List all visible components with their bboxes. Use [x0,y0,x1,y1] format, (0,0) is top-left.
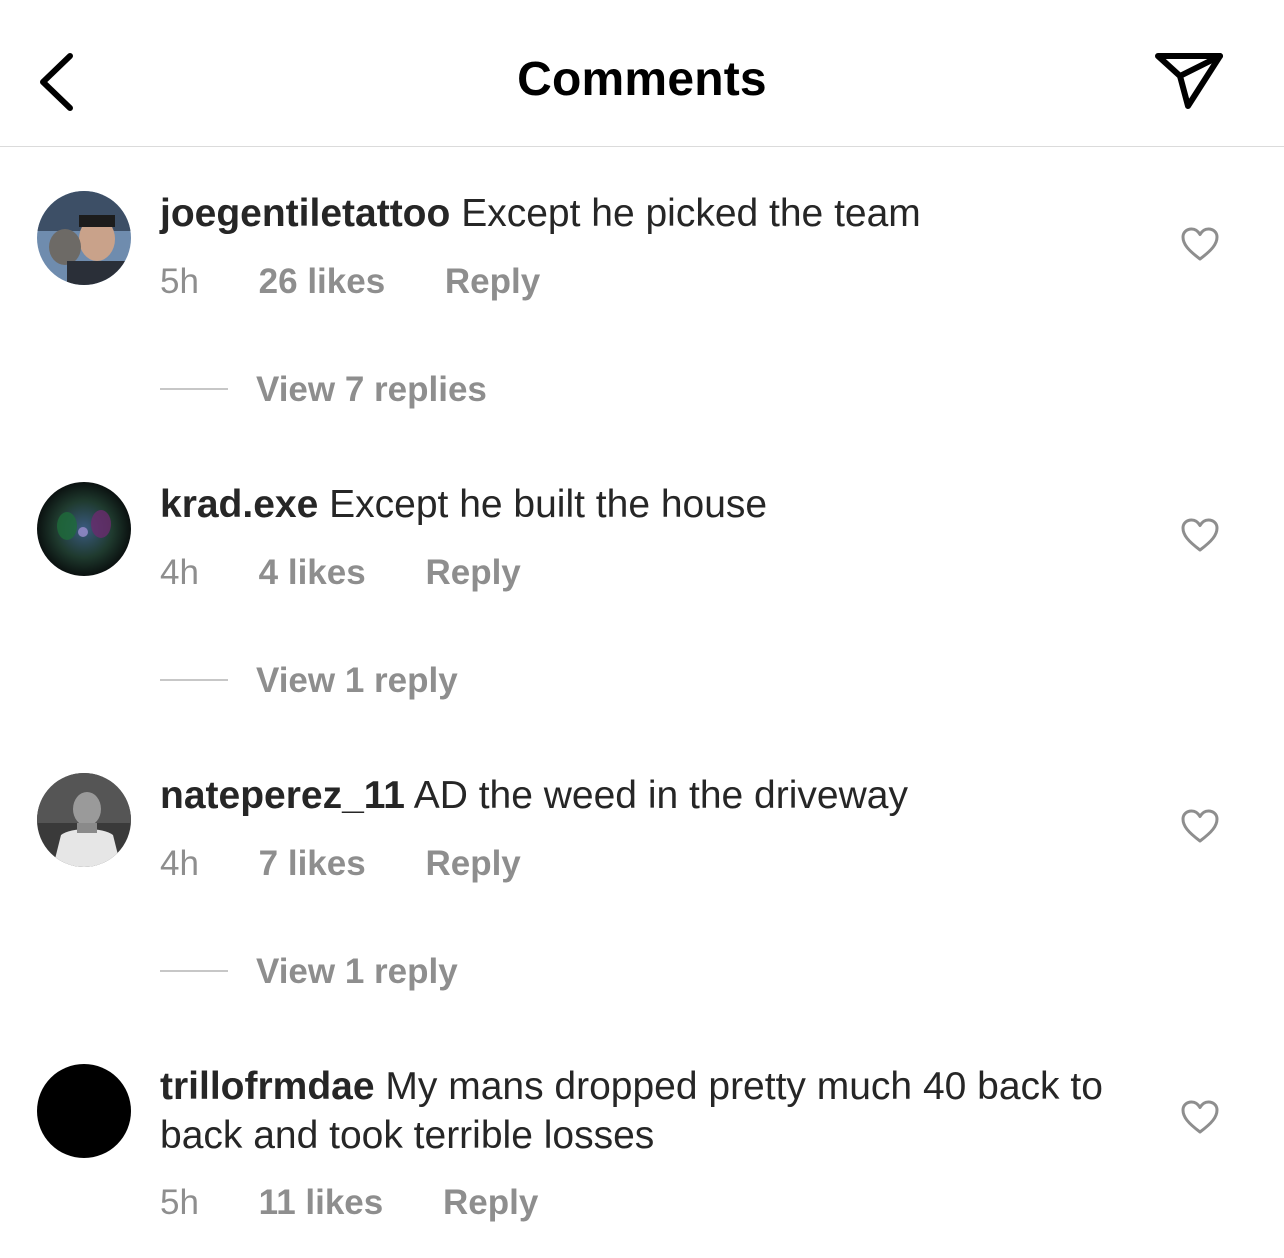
comment-username[interactable]: nateperez_11 [160,774,405,817]
view-replies-button[interactable]: View 1 reply [160,661,458,701]
comment-meta: 4h 7 likes Reply [160,844,521,884]
comment-text: joegentiletattoo Except he picked the te… [160,189,1120,238]
page-title: Comments [517,53,767,106]
view-replies-label: View 1 reply [256,952,458,991]
comment-text: trillofrmdae My mans dropped pretty much… [160,1062,1120,1160]
divider-line [160,678,228,681]
comment-username[interactable]: joegentiletattoo [160,192,450,235]
reply-button[interactable]: Reply [425,553,520,593]
comment-text: krad.exe Except he built the house [160,480,1120,529]
divider-line [160,969,228,972]
comment-username[interactable]: trillofrmdae [160,1065,375,1108]
view-replies-label: View 7 replies [256,370,487,409]
comment-meta: 5h 26 likes Reply [160,262,540,302]
heart-outline-icon[interactable] [1180,1099,1220,1135]
comment-meta: 5h 11 likes Reply [160,1183,538,1223]
avatar[interactable] [37,482,131,576]
comment-time: 4h [160,844,199,883]
comment-body: AD the weed in the driveway [413,774,908,817]
reply-button[interactable]: Reply [425,844,520,884]
comment-body: Except he built the house [329,483,768,526]
reply-button[interactable]: Reply [443,1183,538,1223]
avatar[interactable] [37,773,131,867]
view-replies-button[interactable]: View 1 reply [160,952,458,992]
comment-time: 4h [160,553,199,592]
view-replies-label: View 1 reply [256,661,458,700]
comment-username[interactable]: krad.exe [160,483,318,526]
comment-likes[interactable]: 11 likes [259,1183,384,1223]
comment-time: 5h [160,1183,199,1222]
comment-text: nateperez_11 AD the weed in the driveway [160,771,1120,820]
avatar[interactable] [37,1064,131,1158]
comment-likes[interactable]: 26 likes [259,262,386,302]
header-bar: Comments [0,0,1284,147]
paper-plane-icon[interactable] [1150,46,1228,114]
comment-likes[interactable]: 7 likes [259,844,366,884]
reply-button[interactable]: Reply [445,262,540,302]
heart-outline-icon[interactable] [1180,517,1220,553]
divider-line [160,387,228,390]
comment-likes[interactable]: 4 likes [259,553,366,593]
comment-body: Except he picked the team [461,192,921,235]
heart-outline-icon[interactable] [1180,808,1220,844]
heart-outline-icon[interactable] [1180,226,1220,262]
comment-time: 5h [160,262,199,301]
view-replies-button[interactable]: View 7 replies [160,370,487,410]
avatar[interactable] [37,191,131,285]
comment-meta: 4h 4 likes Reply [160,553,521,593]
